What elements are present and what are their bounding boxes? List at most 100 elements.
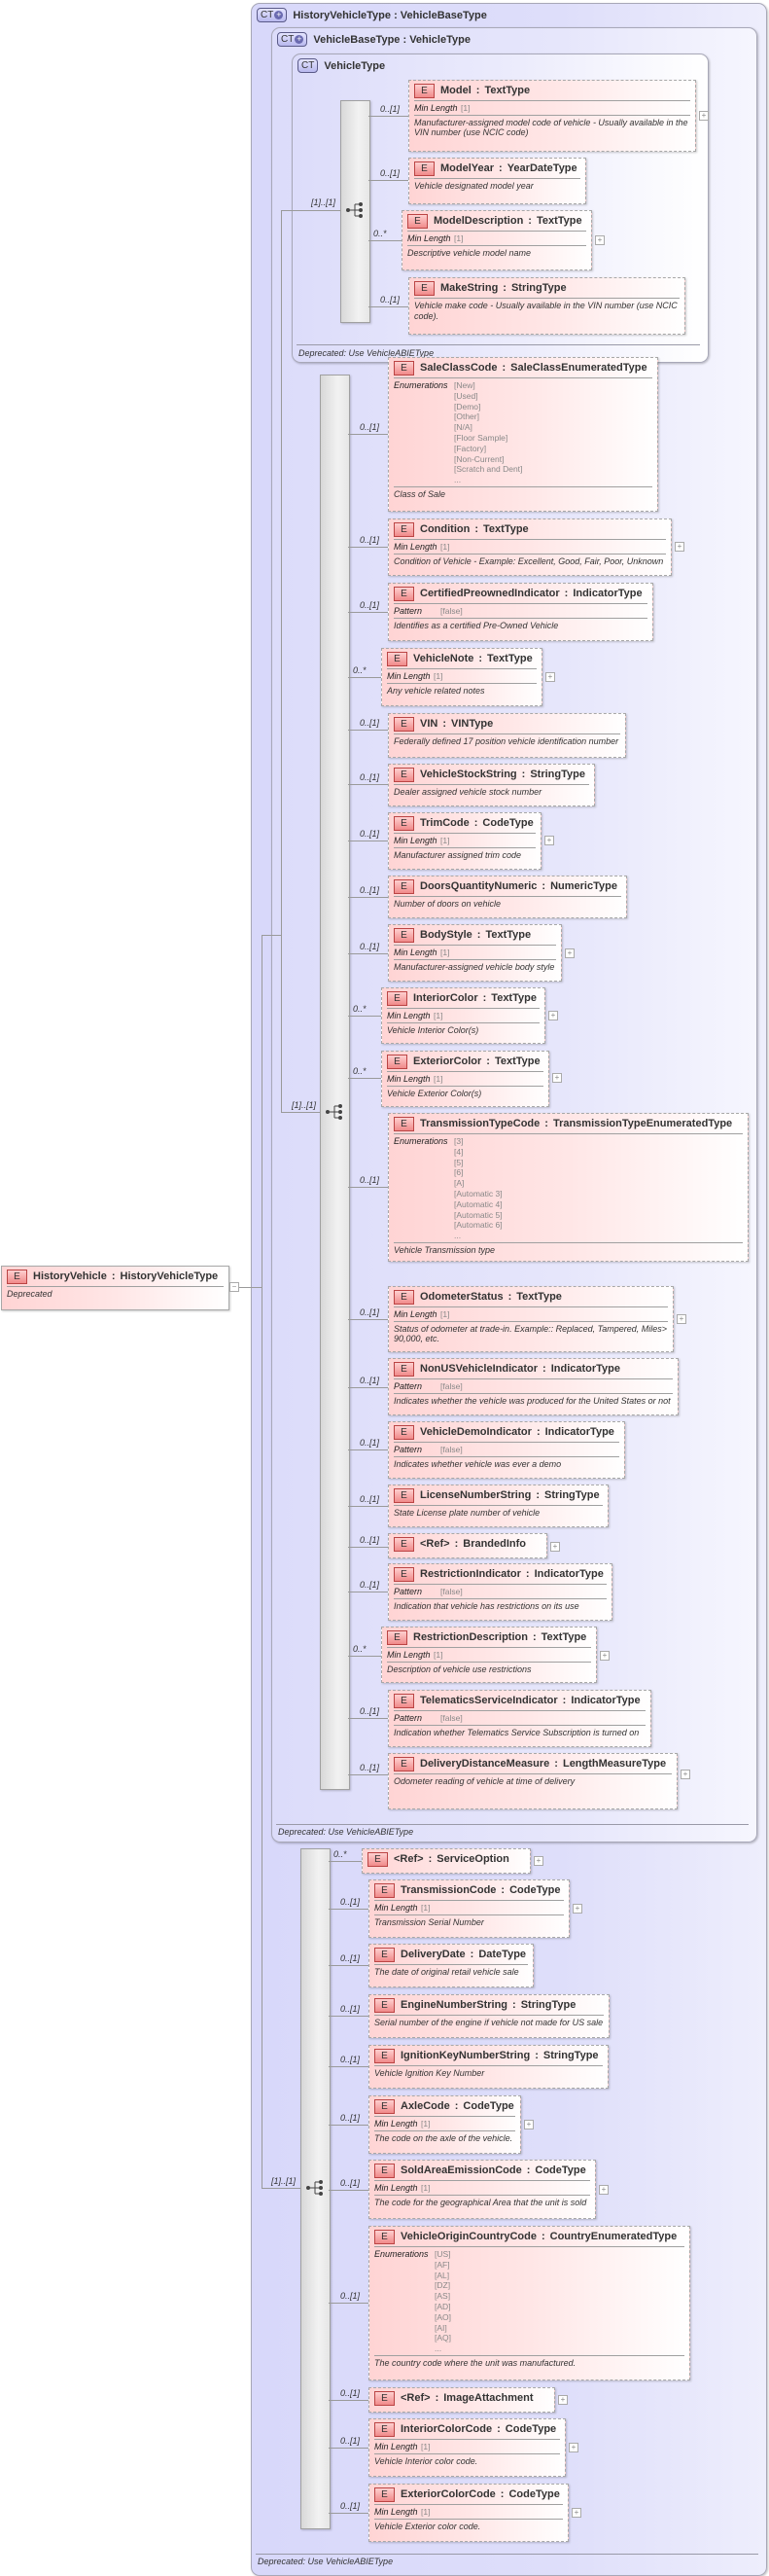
element-body: The date of original retail vehicle sale	[374, 1964, 528, 1980]
element-name: Model	[440, 85, 472, 96]
element-model[interactable]: E Model: TextType Min Length [1] Manufacturer…	[408, 80, 696, 152]
expand-button[interactable]: +	[569, 2443, 578, 2452]
element-doorsquantitynumeric[interactable]: E DoorsQuantityNumeric: NumericType Number …	[388, 876, 627, 918]
facet-values: [1]	[421, 2507, 430, 2518]
connector-line	[368, 116, 408, 117]
facet-value: ...	[454, 475, 462, 485]
expand-button[interactable]: +	[573, 1904, 582, 1914]
element-description: Identifies as a certified Pre-Owned Vehi…	[394, 620, 559, 630]
element-nonusvehicleindicator[interactable]: E NonUSVehicleIndicator: IndicatorType Patt…	[388, 1358, 679, 1415]
expand-button[interactable]: +	[544, 836, 554, 845]
expand-button[interactable]: +	[677, 1314, 686, 1324]
deprecated-note: Deprecated: Use VehicleABIEType	[258, 2557, 394, 2566]
expand-button[interactable]: +	[600, 1651, 610, 1661]
expand-button[interactable]: +	[681, 1770, 690, 1779]
element-interiorcolor[interactable]: E InteriorColor: TextType Min Length [1] Vehi…	[381, 987, 545, 1044]
sequence-cardinality: [1]..[1]	[271, 2176, 297, 2186]
element-restrictionindicator[interactable]: E RestrictionIndicator: IndicatorType Patte…	[388, 1563, 612, 1621]
expand-button[interactable]: +	[550, 1542, 560, 1552]
element-icon: E	[367, 1851, 388, 1867]
element-body: Min Length [1] Vehicle Interior Color(s)	[387, 1008, 540, 1037]
root-element-history-vehicle[interactable]: E HistoryVehicle : HistoryVehicleType De…	[1, 1266, 229, 1310]
element-ignitionkeynumberstring[interactable]: E IgnitionKeyNumberString: StringType Vehic…	[368, 2045, 609, 2089]
element-ref[interactable]: E <Ref>: ServiceOption	[362, 1848, 531, 1874]
facet-values: [1]	[421, 2183, 430, 2194]
element-deliverydistancemeasure[interactable]: E DeliveryDistanceMeasure: LengthMeasureTy…	[388, 1753, 678, 1809]
element-soldareaemissioncode[interactable]: E SoldAreaEmissionCode: CodeType Min Length…	[368, 2160, 596, 2219]
element-restrictiondescription[interactable]: E RestrictionDescription: TextType Min Leng…	[381, 1627, 597, 1683]
element-type: StringType	[530, 769, 585, 780]
facet-value: [N/A]	[454, 422, 472, 433]
element-condition[interactable]: E Condition: TextType Min Length [1] Conditio…	[388, 519, 672, 576]
facet-values: [New] [Used] [Demo] [Other] [N/A] [Floor Samp…	[454, 380, 522, 485]
element-vehiclestockstring[interactable]: E VehicleStockString: StringType Dealer ass…	[388, 764, 595, 806]
element-telematicsserviceindicator[interactable]: E TelematicsServiceIndicator: IndicatorTyp…	[388, 1690, 651, 1747]
sequence-icon[interactable]	[325, 1103, 344, 1121]
element-trimcode[interactable]: E TrimCode: CodeType Min Length [1] Manufactu…	[388, 812, 542, 870]
element-interiorcolorcode[interactable]: E InteriorColorCode: CodeType Min Length [1]…	[368, 2418, 566, 2477]
element-exteriorcolorcode[interactable]: E ExteriorColorCode: CodeType Min Length [1]…	[368, 2484, 569, 2542]
element-description: Vehicle Exterior Color(s)	[387, 1088, 482, 1098]
element-saleclasscode[interactable]: E SaleClassCode: SaleClassEnumeratedType En…	[388, 357, 658, 512]
element-body: Min Length [1] Manufacturer-assigned model…	[414, 100, 690, 140]
element-description: Federally defined 17 position vehicle id…	[394, 736, 619, 746]
collapse-button[interactable]: −	[229, 1282, 239, 1292]
element-description: Descriptive vehicle model name	[407, 247, 532, 258]
expand-button[interactable]: +	[565, 948, 575, 958]
element-transmissiontypecode[interactable]: E TransmissionTypeCode: TransmissionTypeEn…	[388, 1113, 749, 1262]
element-facet: Enumerations [US] [AF] [AL] [DZ] [AS] [AD] [AO]…	[374, 2247, 684, 2356]
element-facet: Min Length [1]	[387, 1009, 540, 1023]
element-cardinality: 0..*	[353, 1066, 367, 1076]
element-body: Min Length [1] Description of vehicle use …	[387, 1647, 591, 1676]
element-body: Enumerations [New] [Used] [Demo] [Other] [N/A…	[394, 377, 652, 501]
expand-button[interactable]: +	[675, 542, 684, 552]
sequence-cardinality: [1]..[1]	[311, 197, 336, 207]
element-ref[interactable]: E <Ref>: BrandedInfo	[388, 1533, 547, 1558]
element-enginenumberstring[interactable]: E EngineNumberString: StringType Serial num…	[368, 1994, 610, 2038]
element-name: InteriorColorCode	[401, 2423, 493, 2435]
element-licensenumberstring[interactable]: E LicenseNumberString: StringType State Lic…	[388, 1485, 609, 1527]
element-modeldescription[interactable]: E ModelDescription: TextType Min Length [1] D…	[402, 210, 592, 270]
element-transmissioncode[interactable]: E TransmissionCode: CodeType Min Length [1] T…	[368, 1879, 570, 1938]
expand-button[interactable]: +	[558, 2395, 568, 2405]
facet-values: [1]	[434, 1074, 442, 1085]
element-vin[interactable]: E VIN: VINType Federally defined 17 positio…	[388, 713, 626, 758]
element-cardinality: 0..*	[333, 1849, 347, 1859]
element-axlecode[interactable]: E AxleCode: CodeType Min Length [1] The code …	[368, 2095, 521, 2154]
element-modelyear[interactable]: E ModelYear: YearDateType Vehicle designate…	[408, 158, 586, 204]
element-odometerstatus[interactable]: E OdometerStatus: TextType Min Length [1] Sta…	[388, 1286, 674, 1352]
expand-button[interactable]: +	[548, 1011, 558, 1020]
expand-button[interactable]: +	[595, 235, 605, 245]
expand-button[interactable]: +	[699, 111, 709, 121]
element-exteriorcolor[interactable]: E ExteriorColor: TextType Min Length [1] Vehi…	[381, 1051, 549, 1107]
element-name: RestrictionDescription	[413, 1631, 528, 1643]
element-vehicleorigincountrycode[interactable]: E VehicleOriginCountryCode: CountryEnumera…	[368, 2226, 690, 2380]
facet-label: Pattern	[394, 1713, 423, 1723]
element-makestring[interactable]: E MakeString: StringType Vehicle make code …	[408, 277, 685, 335]
expand-button[interactable]: +	[552, 1073, 562, 1083]
element-bodystyle[interactable]: E BodyStyle: TextType Min Length [1] Manufact…	[388, 924, 562, 982]
expand-button[interactable]: +	[599, 2185, 609, 2195]
connector-line	[329, 1965, 368, 1966]
element-ref[interactable]: E <Ref>: ImageAttachment	[368, 2387, 555, 2413]
sequence-icon[interactable]	[305, 2179, 325, 2197]
element-body: Min Length [1] Status of odometer at trade…	[394, 1306, 668, 1346]
sequence-icon[interactable]	[345, 201, 365, 219]
type-separator: :	[474, 523, 478, 535]
element-body: Vehicle Ignition Key Number	[374, 2065, 603, 2081]
element-header: E TelematicsServiceIndicator: IndicatorTyp…	[389, 1691, 650, 1710]
element-vehiclenote[interactable]: E VehicleNote: TextType Min Length [1] Any ve…	[381, 648, 542, 706]
element-deliverydate[interactable]: E DeliveryDate: DateType The date of origin…	[368, 1944, 534, 1987]
expand-button[interactable]: +	[572, 2508, 581, 2518]
expand-button[interactable]: +	[534, 1856, 543, 1866]
element-name: <Ref>	[394, 1853, 424, 1865]
element-name: VehicleOriginCountryCode	[401, 2231, 537, 2242]
element-body: Vehicle designated model year	[414, 178, 580, 194]
expand-button[interactable]: +	[524, 2120, 534, 2129]
element-vehicledemoindicator[interactable]: E VehicleDemoIndicator: IndicatorType Patte…	[388, 1421, 625, 1479]
element-certifiedpreownedindicator[interactable]: E CertifiedPreownedIndicator: IndicatorTyp…	[388, 583, 653, 641]
element-facet: Min Length [1]	[414, 101, 690, 116]
facet-label: Min Length	[374, 1903, 418, 1913]
type-separator: :	[454, 2100, 459, 2112]
expand-button[interactable]: +	[545, 672, 555, 682]
